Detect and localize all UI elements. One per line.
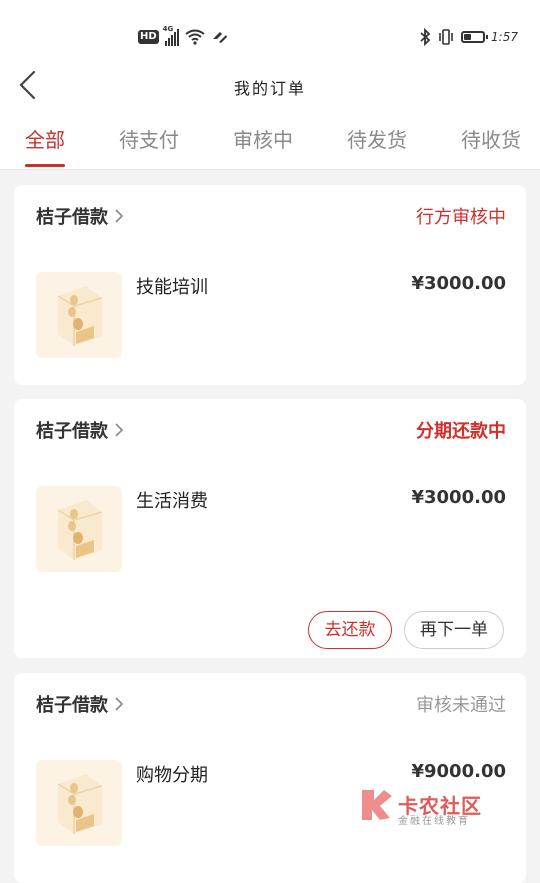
wifi-icon	[185, 29, 205, 45]
chevron-right-icon	[115, 697, 124, 711]
coins-box-icon	[57, 774, 103, 834]
hd-badge: HD	[138, 30, 159, 44]
order-card[interactable]: 桔子借款 审核未通过 购物分期 ¥9000.00	[14, 673, 526, 883]
watermark-subtext: 金融在线教育	[398, 816, 470, 827]
active-tab-indicator	[25, 164, 65, 167]
product-thumbnail	[36, 272, 122, 358]
reorder-button[interactable]: 再下一单	[404, 611, 504, 649]
product-name: 购物分期	[136, 765, 208, 786]
vibrate-icon	[439, 29, 453, 45]
product-price: ¥9000.00	[411, 761, 506, 782]
product-price: ¥3000.00	[411, 487, 506, 508]
bluetooth-icon	[420, 28, 431, 46]
product-price: ¥3000.00	[411, 273, 506, 294]
tab-pending-payment[interactable]: 待支付	[119, 124, 179, 153]
tab-pending-receipt[interactable]: 待收货	[461, 124, 521, 153]
nfc-icon	[212, 32, 227, 43]
coins-box-icon	[57, 286, 103, 346]
watermark-logo-icon	[362, 790, 392, 820]
tab-all[interactable]: 全部	[25, 124, 65, 153]
order-card[interactable]: 桔子借款 行方审核中 技能培训 ¥3000.00	[14, 185, 526, 385]
nav-bar: 我的订单	[0, 56, 540, 114]
product-name: 技能培训	[136, 277, 208, 298]
shop-name: 桔子借款	[36, 207, 108, 228]
chevron-right-icon	[115, 423, 124, 437]
tab-under-review[interactable]: 审核中	[233, 124, 293, 153]
order-status: 分期还款中	[416, 421, 506, 442]
order-status: 审核未通过	[416, 695, 506, 716]
product-thumbnail	[36, 486, 122, 572]
watermark: 卡农社区 金融在线教育	[358, 786, 488, 827]
product-name: 生活消费	[136, 491, 208, 512]
repay-button[interactable]: 去还款	[308, 611, 392, 649]
order-tabs: 全部 待支付 审核中 待发货 待收货	[0, 114, 540, 170]
page-title: 我的订单	[233, 79, 306, 98]
tab-pending-shipment[interactable]: 待发货	[347, 124, 407, 153]
clock: 1:57	[491, 30, 518, 44]
order-status: 行方审核中	[416, 207, 506, 228]
shop-name: 桔子借款	[36, 421, 108, 442]
shop-name: 桔子借款	[36, 695, 108, 716]
battery-icon	[461, 31, 489, 43]
shop-link[interactable]: 桔子借款	[36, 691, 124, 717]
signal-icon: 4G	[163, 25, 179, 46]
shop-link[interactable]: 桔子借款	[36, 417, 124, 443]
shop-link[interactable]: 桔子借款	[36, 203, 124, 229]
order-card[interactable]: 桔子借款 分期还款中 生活消费 ¥3000.00 去还款 再下一单	[14, 399, 526, 658]
chevron-right-icon	[115, 209, 124, 223]
status-right-icons: 1:57	[419, 26, 518, 48]
product-thumbnail	[36, 760, 122, 846]
coins-box-icon	[57, 500, 103, 560]
status-left-icons: HD 4G	[138, 25, 229, 48]
